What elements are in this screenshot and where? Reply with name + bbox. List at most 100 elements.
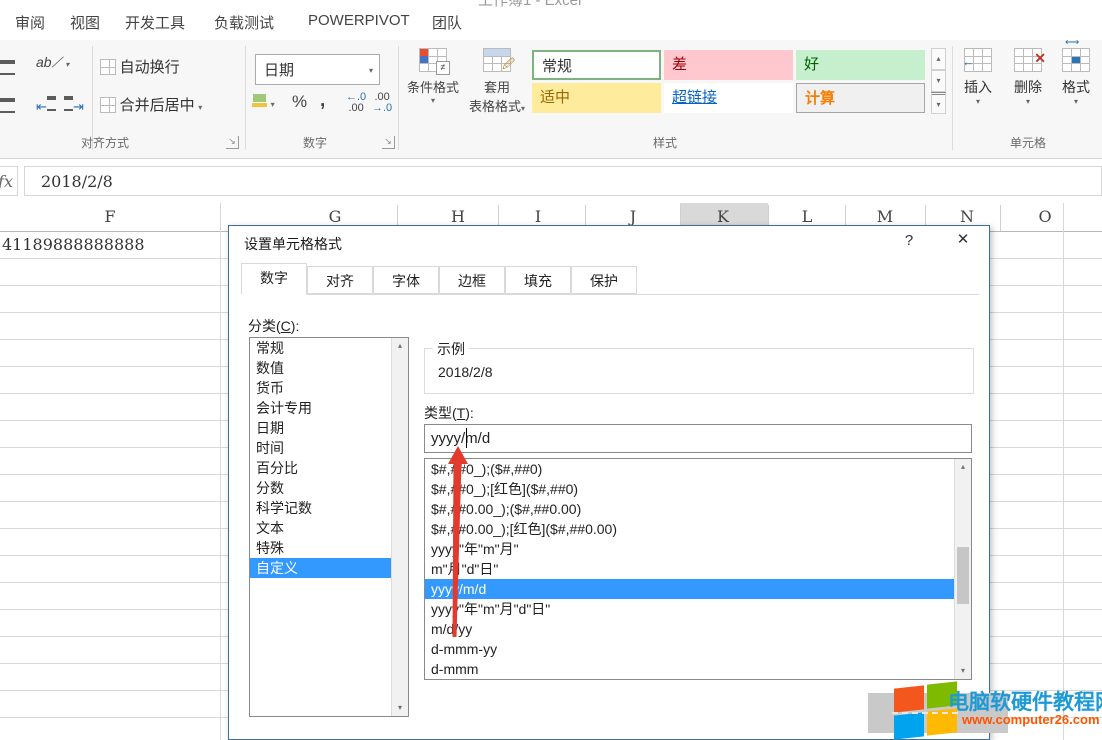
- format-item-selected[interactable]: yyyy/m/d: [425, 579, 956, 599]
- insert-cells-button[interactable]: ← 插入 ▾: [958, 48, 998, 106]
- category-date[interactable]: 日期: [250, 418, 392, 438]
- number-dialog-launcher[interactable]: ↘: [382, 136, 395, 149]
- cell-f1-value[interactable]: 41189888888888: [2, 235, 145, 254]
- column-header-j[interactable]: J: [630, 207, 636, 226]
- styles-gallery-down-button[interactable]: ▾: [931, 70, 946, 92]
- ribbon-tab-powerpivot[interactable]: POWERPIVOT: [308, 12, 410, 29]
- format-item[interactable]: m"月"d"日": [425, 559, 956, 579]
- styles-gallery-up-button[interactable]: ▴: [931, 48, 946, 70]
- format-item[interactable]: yyyy"年"m"月"d"日": [425, 599, 956, 619]
- dialog-tab-number[interactable]: 数字: [241, 263, 307, 295]
- dialog-tab-font[interactable]: 字体: [373, 266, 439, 294]
- category-time[interactable]: 时间: [250, 438, 392, 458]
- dialog-tab-border[interactable]: 边框: [439, 266, 505, 294]
- scroll-up-icon[interactable]: ▴: [955, 459, 971, 475]
- category-percentage[interactable]: 百分比: [250, 458, 392, 478]
- category-special[interactable]: 特殊: [250, 538, 392, 558]
- format-listbox[interactable]: $#,##0_);($#,##0) $#,##0_);[红色]($#,##0) …: [424, 458, 972, 680]
- format-item[interactable]: d-mmm-yy: [425, 639, 956, 659]
- group-label-alignment: 对齐方式: [40, 134, 170, 151]
- style-chip-good[interactable]: 好: [796, 50, 925, 80]
- format-item[interactable]: $#,##0_);($#,##0): [425, 459, 956, 479]
- comma-style-button[interactable]: ,: [320, 90, 325, 112]
- scroll-down-icon[interactable]: ▾: [392, 700, 408, 716]
- format-item[interactable]: d-mmm: [425, 659, 956, 679]
- category-text[interactable]: 文本: [250, 518, 392, 538]
- ribbon-tab-view[interactable]: 视图: [70, 12, 100, 33]
- decrease-indent-icon[interactable]: ⇤: [36, 96, 56, 115]
- format-item[interactable]: m/d/yy: [425, 619, 956, 639]
- column-header-l[interactable]: L: [802, 207, 813, 226]
- style-chip-normal[interactable]: 常规: [532, 50, 661, 80]
- dialog-tab-protection[interactable]: 保护: [571, 266, 637, 294]
- percent-style-button[interactable]: %: [292, 92, 307, 112]
- ribbon-tab-loadtest[interactable]: 负载测试: [214, 12, 274, 33]
- dialog-tab-fill[interactable]: 填充: [505, 266, 571, 294]
- format-cells-dialog: 设置单元格格式 ? ✕ 数字 对齐 字体 边框 填充 保护 分类(C): 常规 …: [228, 225, 990, 740]
- format-cells-button[interactable]: ⟷ 格式 ▾: [1056, 48, 1096, 106]
- ribbon-tab-team[interactable]: 团队: [432, 12, 462, 33]
- format-scrollbar[interactable]: ▴ ▾: [954, 459, 971, 679]
- conditional-formatting-button[interactable]: ≠ 条件格式 ▾: [402, 48, 464, 105]
- scrollbar-thumb[interactable]: [957, 547, 969, 604]
- style-chip-bad[interactable]: 差: [664, 50, 793, 80]
- category-accounting[interactable]: 会计专用: [250, 398, 392, 418]
- accounting-format-button[interactable]: ▾: [252, 94, 275, 110]
- wrap-text-button[interactable]: 自动换行: [100, 56, 180, 77]
- format-item[interactable]: yyyy"年"m"月": [425, 539, 956, 559]
- dialog-help-button[interactable]: ?: [897, 232, 921, 254]
- excel-window: 工作簿1 - Excel 审阅 视图 开发工具 负载测试 POWERPIVOT …: [0, 0, 1102, 740]
- type-input[interactable]: yyyy/m/d: [424, 424, 972, 453]
- category-number[interactable]: 数值: [250, 358, 392, 378]
- delete-cells-icon: ✕: [1014, 48, 1042, 72]
- column-header-f[interactable]: F: [104, 207, 115, 226]
- format-item[interactable]: $#,##0.00_);[红色]($#,##0.00): [425, 519, 956, 539]
- category-scientific[interactable]: 科学记数: [250, 498, 392, 518]
- category-currency[interactable]: 货币: [250, 378, 392, 398]
- scroll-up-icon[interactable]: ▴: [392, 338, 408, 354]
- category-fraction[interactable]: 分数: [250, 478, 392, 498]
- format-cells-icon: ⟷: [1062, 48, 1090, 72]
- format-item[interactable]: $#,##0.00_);($#,##0.00): [425, 499, 956, 519]
- increase-decimal-button[interactable]: ←.0 .00: [346, 92, 366, 114]
- align-left-icon[interactable]: [0, 98, 15, 116]
- style-chip-hyperlink[interactable]: 超链接: [664, 83, 793, 113]
- number-format-dropdown[interactable]: 日期 ▾: [255, 54, 380, 85]
- category-listbox[interactable]: 常规 数值 货币 会计专用 日期 时间 百分比 分数 科学记数 文本 特殊 自定…: [249, 337, 409, 717]
- column-header-n[interactable]: N: [960, 207, 974, 226]
- watermark-site-url: www.computer26.com: [962, 712, 1100, 727]
- format-item[interactable]: $#,##0_);[红色]($#,##0): [425, 479, 956, 499]
- ribbon: ab⟋ ▾ ⇤ ⇥ 自动换行 合并后居中 ▾ 对齐方式 ↘ 日期 ▾ ▾ % ,…: [0, 40, 1102, 159]
- category-label: 分类(C):: [248, 316, 299, 336]
- group-label-cells: 单元格: [963, 134, 1093, 151]
- align-middle-icon[interactable]: [0, 60, 15, 78]
- ribbon-tab-developer[interactable]: 开发工具: [125, 12, 185, 33]
- column-header-i[interactable]: I: [535, 207, 541, 226]
- style-chip-neutral[interactable]: 适中: [532, 83, 661, 113]
- column-header-g[interactable]: G: [329, 207, 342, 226]
- category-scrollbar[interactable]: ▴ ▾: [391, 338, 408, 716]
- category-general[interactable]: 常规: [250, 338, 392, 358]
- fx-icon[interactable]: fx: [0, 166, 18, 196]
- windows-flag-icon: [894, 685, 924, 712]
- column-header-k[interactable]: K: [717, 207, 729, 226]
- column-header-o[interactable]: O: [1038, 207, 1051, 226]
- scroll-down-icon[interactable]: ▾: [955, 663, 971, 679]
- style-chip-calc[interactable]: 计算: [796, 83, 925, 113]
- formula-input[interactable]: 2018/2/8: [24, 166, 1102, 196]
- alignment-dialog-launcher[interactable]: ↘: [226, 136, 239, 149]
- column-header-m[interactable]: M: [877, 207, 893, 226]
- format-as-table-button[interactable]: 🖉 套用 表格格式▾: [466, 48, 528, 115]
- ribbon-tab-review[interactable]: 审阅: [15, 12, 45, 33]
- category-custom[interactable]: 自定义: [250, 558, 392, 578]
- formula-bar: fx 2018/2/8: [0, 162, 1102, 202]
- column-header-h[interactable]: H: [451, 207, 465, 226]
- orientation-icon[interactable]: ab⟋ ▾: [36, 54, 69, 71]
- increase-indent-icon[interactable]: ⇥: [64, 96, 84, 115]
- merge-center-button[interactable]: 合并后居中 ▾: [100, 94, 202, 115]
- delete-cells-button[interactable]: ✕ 删除 ▾: [1008, 48, 1048, 106]
- close-icon[interactable]: ✕: [947, 230, 979, 254]
- dialog-tab-alignment[interactable]: 对齐: [307, 266, 373, 294]
- decrease-decimal-button[interactable]: .00 →.0: [372, 92, 392, 114]
- styles-gallery-more-button[interactable]: ▾: [931, 92, 946, 114]
